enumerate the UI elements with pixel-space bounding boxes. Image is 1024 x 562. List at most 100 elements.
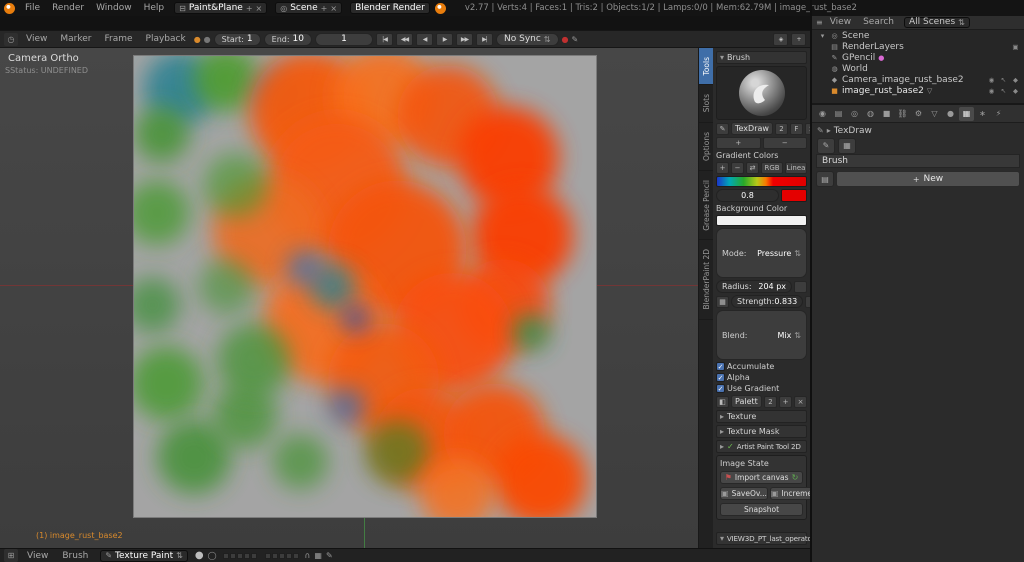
viewport-menu-view[interactable]: View bbox=[22, 551, 53, 561]
tab-physics-icon[interactable]: ⚡ bbox=[991, 107, 1006, 121]
delete-scene-icon[interactable]: × bbox=[330, 4, 337, 13]
strength-curve-icon[interactable]: ▦ bbox=[716, 296, 729, 308]
tab-modifiers-icon[interactable]: ⚙ bbox=[911, 107, 926, 121]
brush-users-count[interactable]: 2 bbox=[775, 123, 788, 135]
viewport-shading-icon[interactable]: ● bbox=[195, 550, 204, 561]
texture-context-icon[interactable]: ▦ bbox=[838, 138, 856, 154]
ramp-interpolation-dropdown[interactable]: Linea bbox=[785, 162, 807, 174]
ramp-position-field[interactable]: 0.8 bbox=[716, 189, 779, 202]
tab-material-icon[interactable]: ● bbox=[943, 107, 958, 121]
tab-slots[interactable]: Slots bbox=[699, 85, 713, 122]
render-preview-icon[interactable]: ▦ bbox=[314, 551, 322, 560]
viewport-editor-icon[interactable]: ⊞ bbox=[4, 549, 18, 562]
artist-paint-tool-panel-header[interactable]: ▸ ✓ Artist Paint Tool 2D bbox=[716, 440, 807, 453]
jump-to-end-button[interactable]: ▶| bbox=[476, 33, 493, 46]
tab-blenderpaint-2d[interactable]: BlenderPaint 2D bbox=[699, 240, 713, 320]
menu-window[interactable]: Window bbox=[91, 3, 137, 13]
palette-add-button[interactable]: + bbox=[779, 396, 792, 408]
start-frame-field[interactable]: Start: 1 bbox=[214, 33, 261, 46]
outliner-menu-search[interactable]: Search bbox=[858, 17, 899, 27]
ramp-flip-icon[interactable]: ⇄ bbox=[746, 162, 759, 174]
prev-keyframe-button[interactable]: ◀◀ bbox=[396, 33, 413, 46]
timeline-editor-icon[interactable]: ◷ bbox=[4, 33, 18, 46]
tab-render-layers-icon[interactable]: ▤ bbox=[831, 107, 846, 121]
current-frame-field[interactable]: 1 bbox=[315, 33, 373, 46]
layers-group-2[interactable] bbox=[265, 553, 299, 559]
last-operator-panel-header[interactable]: ▾ VIEW3D_PT_last_operator bbox=[716, 532, 807, 545]
outliner-item-label[interactable]: Scene bbox=[842, 31, 1020, 41]
viewport-menu-brush[interactable]: Brush bbox=[57, 551, 93, 561]
keying-set-add-icon[interactable]: + bbox=[791, 33, 806, 46]
import-canvas-button[interactable]: ⚑ Import canvas ↻ bbox=[720, 471, 803, 484]
new-texture-button[interactable]: + New bbox=[836, 171, 1020, 187]
outliner-row-scene[interactable]: ▾ ◎ Scene bbox=[812, 30, 1024, 41]
next-keyframe-button[interactable]: ▶▶ bbox=[456, 33, 473, 46]
ramp-mode-dropdown[interactable]: RGB bbox=[761, 162, 783, 174]
tab-constraints-icon[interactable]: ⛓ bbox=[895, 107, 910, 121]
add-scene-icon[interactable]: + bbox=[321, 4, 328, 13]
brush-panel-header[interactable]: ▾ Brush bbox=[716, 51, 807, 64]
renderlayer-render-icon[interactable]: ▣ bbox=[1011, 43, 1020, 51]
tab-particles-icon[interactable]: ∗ bbox=[975, 107, 990, 121]
timeline-menu-view[interactable]: View bbox=[21, 34, 52, 44]
outliner-row-renderlayers[interactable]: ▤ RenderLayers ▣ bbox=[812, 41, 1024, 52]
brush-context-icon[interactable]: ✎ bbox=[817, 138, 835, 154]
use-gradient-checkbox[interactable]: ✓ bbox=[716, 384, 725, 393]
alpha-checkbox-row[interactable]: ✓ Alpha bbox=[716, 373, 807, 382]
brush-name-field[interactable]: TexDraw bbox=[731, 122, 773, 135]
paint-canvas[interactable] bbox=[133, 55, 597, 518]
incremental-save-button[interactable]: ▣ Increme... bbox=[770, 487, 810, 500]
outliner-item-label[interactable]: Camera_image_rust_base2 bbox=[842, 75, 984, 85]
stroke-pencil-icon[interactable]: ✎ bbox=[326, 551, 333, 560]
menu-help[interactable]: Help bbox=[139, 3, 170, 13]
scene-name[interactable]: Scene bbox=[290, 3, 317, 13]
tab-data-icon[interactable]: ▽ bbox=[927, 107, 942, 121]
stroke-mode-dropdown[interactable]: Mode: Pressure ⇅ bbox=[716, 228, 807, 278]
blend-dropdown[interactable]: Blend: Mix ⇅ bbox=[716, 310, 807, 360]
tab-grease-pencil[interactable]: Grease Pencil bbox=[699, 171, 713, 241]
outliner-item-label[interactable]: image_rust_base2 bbox=[842, 86, 924, 96]
renderable-camera-icon[interactable]: ◆ bbox=[1011, 76, 1020, 84]
screen-layout-selector[interactable]: ⊟ Paint&Plane + × bbox=[174, 2, 267, 14]
timeline-menu-playback[interactable]: Playback bbox=[141, 34, 191, 44]
addon-check-icon[interactable]: ✓ bbox=[727, 442, 734, 451]
tab-scene-icon[interactable]: ◎ bbox=[847, 107, 862, 121]
jump-to-start-button[interactable]: |◀ bbox=[376, 33, 393, 46]
selectable-cursor-icon[interactable]: ↖ bbox=[999, 87, 1008, 95]
delete-layout-icon[interactable]: × bbox=[256, 4, 263, 13]
render-engine-selector[interactable]: Blender Render bbox=[350, 2, 430, 14]
background-color-swatch[interactable] bbox=[716, 215, 807, 226]
end-frame-field[interactable]: End: 10 bbox=[264, 33, 312, 46]
accumulate-checkbox-row[interactable]: ✓ Accumulate bbox=[716, 362, 807, 371]
keyframe-pencil-icon[interactable]: ✎ bbox=[571, 35, 578, 44]
mode-dropdown[interactable]: ✎ Texture Paint ⇅ bbox=[100, 550, 187, 562]
alpha-checkbox[interactable]: ✓ bbox=[716, 373, 725, 382]
save-over-button[interactable]: ▣ SaveOv... bbox=[720, 487, 768, 500]
record-icon[interactable]: ● bbox=[562, 35, 569, 44]
texture-browse-icon[interactable]: ▤ bbox=[816, 171, 834, 187]
renderable-camera-icon[interactable]: ◆ bbox=[1011, 87, 1020, 95]
outliner-item-label[interactable]: GPencil bbox=[842, 53, 875, 63]
radius-slider[interactable]: Radius: 204 px bbox=[716, 280, 792, 293]
blender-logo-icon[interactable] bbox=[4, 3, 15, 14]
tab-object-icon[interactable]: ■ bbox=[879, 107, 894, 121]
fake-user-button[interactable]: F bbox=[790, 123, 803, 135]
pivot-center-icon[interactable]: ◯ bbox=[208, 551, 217, 560]
tab-options[interactable]: Options bbox=[699, 123, 713, 171]
tab-world-icon[interactable]: ◍ bbox=[863, 107, 878, 121]
add-brush-button[interactable]: + bbox=[716, 137, 761, 149]
outliner-display-dropdown[interactable]: All Scenes ⇅ bbox=[904, 17, 970, 28]
viewport-3d[interactable]: Camera Ortho SStatus: UNDEFINED (1) imag… bbox=[0, 48, 698, 548]
outliner-editor-icon[interactable]: ≡ bbox=[816, 18, 823, 27]
snap-magnet-icon[interactable]: ∩ bbox=[305, 551, 311, 560]
play-button[interactable]: ▶ bbox=[436, 33, 453, 46]
tab-render-icon[interactable]: ◉ bbox=[815, 107, 830, 121]
disclosure-down-icon[interactable]: ▾ bbox=[818, 32, 827, 40]
brush-texture-list-row[interactable]: Brush bbox=[816, 154, 1020, 168]
keying-set-icon[interactable]: ◈ bbox=[773, 33, 788, 46]
timeline-menu-frame[interactable]: Frame bbox=[99, 34, 137, 44]
texture-panel-header[interactable]: ▸ Texture bbox=[716, 410, 807, 423]
ramp-add-button[interactable]: + bbox=[716, 162, 729, 174]
layers-group-1[interactable] bbox=[223, 553, 257, 559]
scene-selector[interactable]: ◎ Scene + × bbox=[275, 2, 342, 14]
